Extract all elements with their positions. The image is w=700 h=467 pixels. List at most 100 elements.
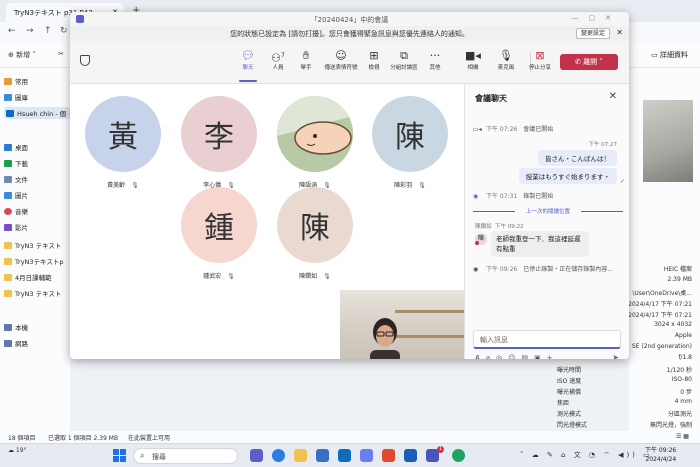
weather-widget[interactable]: ☁ 19° [8, 447, 27, 454]
message-sender-meta: 陳鑽如 下午 09:22 [475, 224, 524, 230]
taskbar-search[interactable]: ⌕ 搜尋 [133, 448, 238, 464]
change-settings-button[interactable]: 變更設定 [576, 28, 610, 39]
chat-message-input[interactable]: 輸入訊息 [473, 330, 621, 349]
mail-app-icon[interactable] [338, 449, 351, 462]
message-timestamp: 下午 07:27 [588, 142, 617, 148]
leave-button[interactable]: ✆ 離開 ˅ [560, 54, 618, 70]
hand-icon: ✋︎ [302, 49, 310, 62]
participant-tile[interactable]: 黃 黃美齡 🎙︎ [82, 96, 164, 189]
music-icon [4, 207, 12, 215]
mic-label: 麥克風 [497, 65, 515, 71]
store-app-icon[interactable] [316, 449, 329, 462]
sidebar-item-downloads[interactable]: 下載 [4, 158, 28, 168]
participant-tile[interactable]: 鍾 鍾武宏 🎙︎ [178, 187, 260, 280]
home-icon [4, 77, 12, 85]
participant-stage: 黃 黃美齡 🎙︎ 李 李心儀 🎙︎ 陳語涵 🎙︎ 陳 陳彩羽 🎙︎ 鍾 鍾武宏 … [70, 84, 464, 359]
format-icon[interactable]: A̸ [475, 354, 486, 359]
teams-chat-app-icon[interactable] [250, 449, 263, 462]
my-message[interactable]: 授業はもうすぐ始まります・ [518, 168, 617, 184]
computer-icon [4, 323, 12, 331]
network-icon [4, 339, 12, 347]
avatar: 陳 [277, 187, 353, 263]
participant-tile[interactable]: 陳 陳彩羽 🎙︎ [369, 96, 451, 189]
details-pane-button[interactable]: ▭ 詳細資料 [651, 50, 688, 60]
avatar: 陳 [372, 96, 448, 172]
rooms-label: 分組討論區 [390, 65, 418, 71]
send-icon[interactable]: ➤ [612, 353, 619, 359]
participant-tile[interactable]: 李 李心儀 🎙︎ [178, 96, 260, 189]
edge-app-icon[interactable] [272, 449, 285, 462]
details-view-icon[interactable]: ☰ ▦ [676, 433, 689, 440]
mic-button[interactable]: 🎙︎ 麥克風 [491, 49, 521, 71]
close-icon[interactable]: ✕ [609, 91, 617, 102]
attach-icon[interactable]: ⌀ [486, 354, 496, 359]
more-icon: ··· [429, 49, 441, 62]
chat-button[interactable]: 💬︎ 聊天 [233, 49, 263, 82]
stop-share-icon: ⊠ [535, 49, 545, 62]
new-button[interactable]: ⊕ 新增 ˅ [8, 50, 36, 60]
sidebar-item-network[interactable]: 網路 [4, 338, 28, 348]
breakout-rooms-button[interactable]: ⧉ 分組討論區 [389, 49, 419, 71]
teams-logo-icon [76, 15, 84, 23]
sidebar-item-folder[interactable]: TryN3 テキスト [4, 288, 61, 298]
sidebar-item-folder[interactable]: 4月日課輔範 [4, 272, 52, 282]
emoji-icon[interactable]: ☺ [508, 354, 521, 359]
sidebar-item-music[interactable]: 音樂 [4, 206, 28, 216]
avatar: 黃 [85, 96, 161, 172]
status-item-count: 18 個項目 [8, 435, 36, 442]
back-icon[interactable]: ← [8, 26, 16, 36]
self-video-person [370, 318, 400, 359]
participant-tile[interactable]: 陳 陳鑽如 🎙︎ [274, 187, 356, 280]
leave-label: 離開 [583, 58, 598, 66]
sidebar-item-desktop[interactable]: 桌面 [4, 142, 28, 152]
view-button[interactable]: ⊞ 檢視 [359, 49, 389, 71]
loop-icon[interactable]: ◎ [496, 354, 508, 359]
muted-mic-icon: 🎙︎ [131, 182, 139, 189]
sidebar-item-folder[interactable]: TryN3テキストp [4, 256, 63, 266]
sidebar-item-label: TryN3 テキスト [15, 242, 62, 250]
office-app-icon[interactable] [382, 449, 395, 462]
close-icon[interactable]: ✕ [616, 28, 623, 37]
sidebar-item-this-pc[interactable]: 本機 [4, 322, 28, 332]
sidebar-item-gallery[interactable]: 圖庫 [4, 92, 28, 102]
window-controls[interactable]: —▢✕ [572, 14, 621, 22]
react-button[interactable]: ☺ 傳送表情符號 [323, 49, 359, 71]
sidebar-item-documents[interactable]: 文件 [4, 174, 28, 184]
search-placeholder: 搜尋 [152, 453, 166, 461]
refresh-icon[interactable]: ↻ [60, 26, 68, 36]
sidebar-item-label: 圖片 [15, 192, 28, 200]
camera-button[interactable]: ■◂ 相機 [458, 49, 488, 71]
other-message[interactable]: 老師我重登一下．我這裡延遲有點重 [491, 231, 589, 257]
file-explorer-app-icon[interactable] [294, 449, 307, 462]
stop-sharing-button[interactable]: ⊠ 停止分享 [525, 49, 555, 71]
people-button[interactable]: ⚇7 人員 [263, 49, 293, 71]
sidebar-item-home[interactable]: 常用 [4, 76, 28, 86]
sidebar-item-onedrive[interactable]: Hsueh chin - 個 [4, 107, 70, 119]
folder-icon [4, 257, 12, 265]
taskbar-clock[interactable]: 下午 09:26 2024/4/24 [645, 446, 676, 464]
more-button[interactable]: ··· 其他 [420, 49, 450, 71]
explorer-sidebar: 常用 圖庫 Hsueh chin - 個 桌面 下載 文件 圖片 音樂 影片 T… [0, 68, 70, 431]
my-message[interactable]: 皆さん・こんばんは！ [538, 150, 617, 166]
sidebar-item-pictures[interactable]: 圖片 [4, 190, 28, 200]
self-video-preview[interactable] [340, 290, 464, 359]
start-button[interactable] [113, 449, 126, 462]
gif-icon[interactable]: ▤ [521, 354, 534, 359]
cut-icon[interactable]: ✂ [58, 50, 64, 58]
sidebar-item-videos[interactable]: 影片 [4, 222, 28, 232]
up-icon[interactable]: ↑ [44, 26, 52, 36]
copilot-app-icon[interactable] [360, 449, 373, 462]
forward-icon[interactable]: → [26, 26, 34, 36]
compose-toolbar[interactable]: A̸⌀◎☺▤▣+ [475, 354, 559, 359]
muted-mic-icon: 🎙︎ [323, 273, 331, 280]
line-app-icon[interactable] [452, 449, 465, 462]
raise-hand-button[interactable]: ✋︎ 舉手 [291, 49, 321, 71]
system-message: ◉ 下午 09:26 已停止錄製・正在儲存錄製內容... [473, 266, 613, 273]
plus-icon[interactable]: + [547, 354, 559, 359]
system-tray[interactable]: ˄ ☁ ✎ ⌂ 文 ◔ ⌔ ◀)) ▭ [520, 450, 653, 460]
sticker-icon[interactable]: ▣ [534, 354, 547, 359]
word-app-icon[interactable] [404, 449, 417, 462]
sidebar-item-folder[interactable]: TryN3 テキスト [4, 240, 61, 250]
participant-tile[interactable]: 陳語涵 🎙︎ [274, 96, 356, 189]
people-icon: ⚇7 [271, 51, 285, 65]
